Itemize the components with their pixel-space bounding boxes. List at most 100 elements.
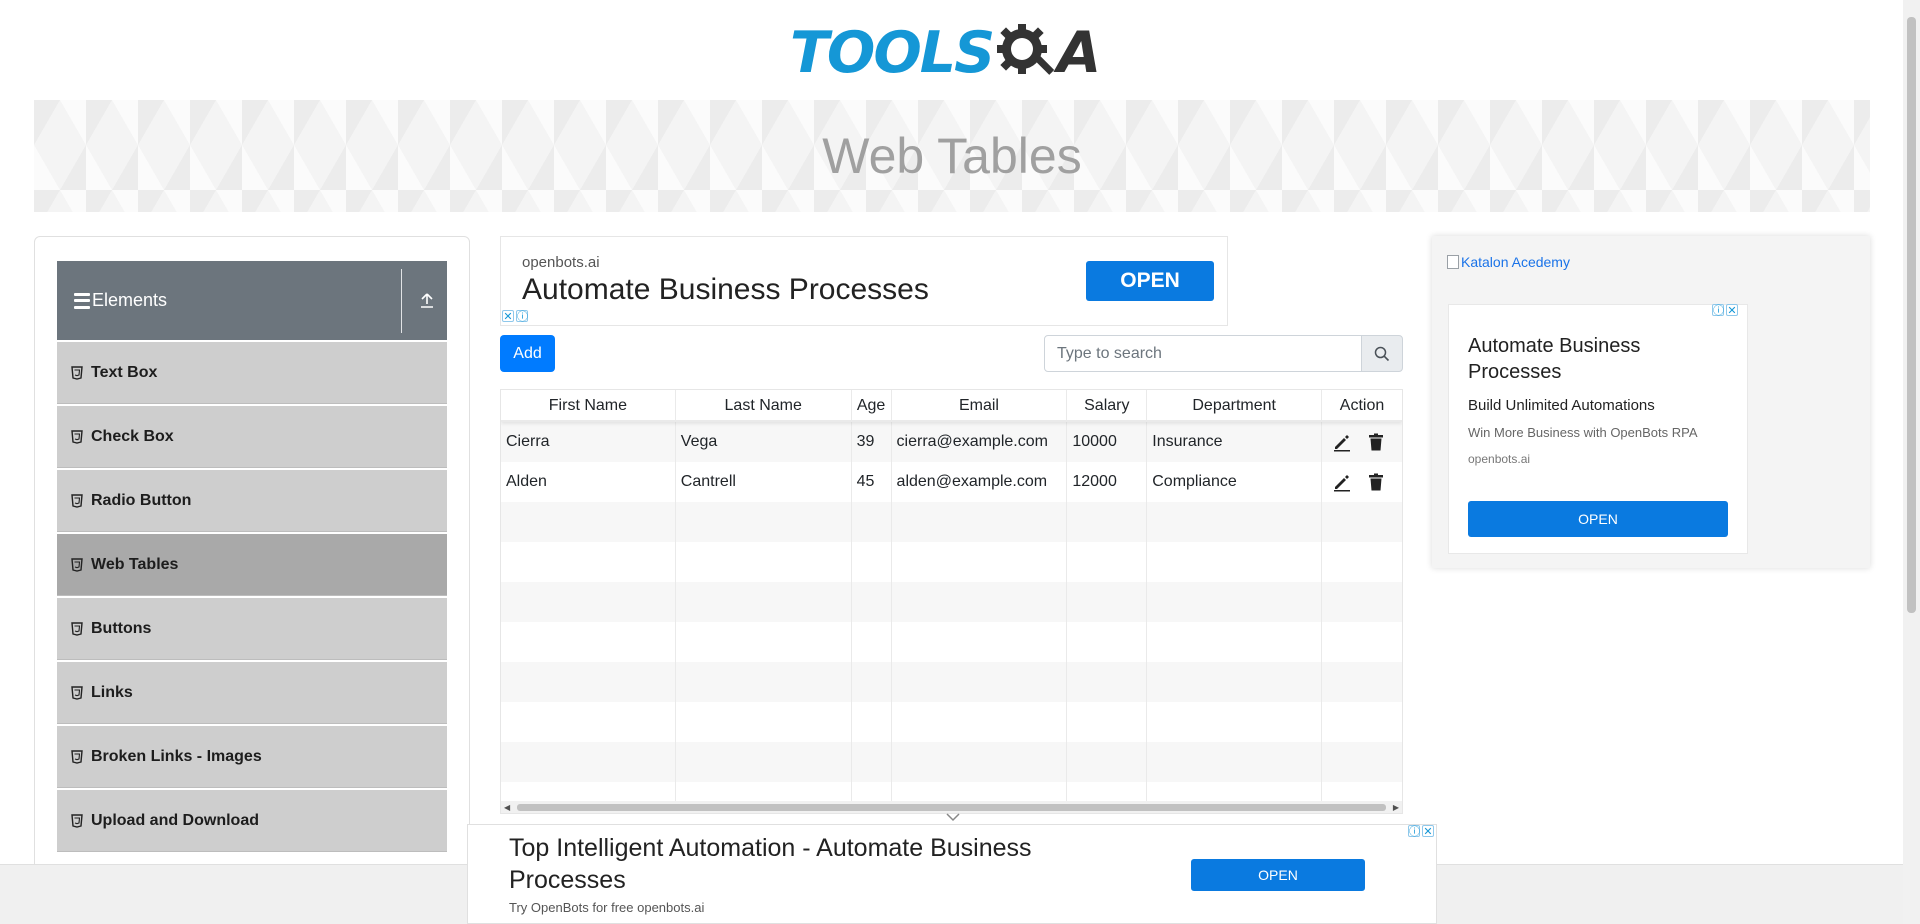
cell-salary: 12000 <box>1067 462 1148 502</box>
empty-table-row <box>501 582 1402 622</box>
ad-open-button[interactable]: OPEN <box>1191 859 1365 891</box>
cell-age: 39 <box>852 422 892 462</box>
cell-email: cierra@example.com <box>892 422 1068 462</box>
cell-age: 45 <box>852 462 892 502</box>
html-icon <box>71 557 83 572</box>
empty-table-row <box>501 622 1402 662</box>
column-header-last-name[interactable]: Last Name <box>676 390 852 420</box>
sidebar-item-label: Buttons <box>91 619 152 637</box>
empty-table-row <box>501 742 1402 782</box>
adchoices[interactable]: ⓘ ✕ <box>1408 825 1434 838</box>
bottom-advertisement[interactable]: Top Intelligent Automation - Automate Bu… <box>467 824 1437 924</box>
add-button[interactable]: Add <box>500 335 555 372</box>
cell-department: Insurance <box>1147 422 1323 462</box>
column-header-first-name[interactable]: First Name <box>501 390 676 420</box>
column-header-salary[interactable]: Salary <box>1067 390 1148 420</box>
sidebar-item-buttons[interactable]: Buttons <box>57 598 447 660</box>
search-icon <box>1374 346 1390 361</box>
cell-email: alden@example.com <box>892 462 1068 502</box>
table-header: First Name Last Name Age Email Salary De… <box>501 390 1402 422</box>
adchoices[interactable]: ⓘ ✕ <box>1712 304 1738 317</box>
ad-title[interactable]: Automate Business Processes <box>522 273 929 307</box>
delete-icon[interactable] <box>1366 472 1386 492</box>
header-divider <box>401 269 402 333</box>
page-scrollbar[interactable] <box>1903 0 1920 924</box>
column-header-email[interactable]: Email <box>892 390 1068 420</box>
sidebar-item-check-box[interactable]: Check Box <box>57 406 447 468</box>
cell-last-name: Cantrell <box>676 462 852 502</box>
sidebar-item-upload-download[interactable]: Upload and Download <box>57 790 447 852</box>
sidebar-item-broken-links[interactable]: Broken Links - Images <box>57 726 447 788</box>
html-icon <box>71 749 83 764</box>
scroll-right-icon[interactable]: ▶ <box>1393 803 1399 812</box>
ad-open-button[interactable]: OPEN <box>1468 501 1728 537</box>
scrollbar-thumb[interactable] <box>517 804 1386 811</box>
ad-subtitle: Build Unlimited Automations <box>1468 397 1655 414</box>
ad-open-button[interactable]: OPEN <box>1086 261 1214 301</box>
empty-table-row <box>501 702 1402 742</box>
delete-icon[interactable] <box>1366 432 1386 452</box>
sidebar-item-label: Upload and Download <box>91 811 259 829</box>
edit-icon[interactable] <box>1332 472 1352 492</box>
html-icon <box>71 429 83 444</box>
broken-image-icon <box>1447 255 1459 269</box>
ad-info-icon[interactable]: ⓘ <box>1712 304 1724 317</box>
sidebar-item-label: Links <box>91 683 133 701</box>
ad-close-icon[interactable]: ✕ <box>502 310 514 323</box>
empty-table-row <box>501 542 1402 582</box>
html-icon <box>71 621 83 636</box>
collapse-icon[interactable] <box>419 291 435 309</box>
chevron-down-icon[interactable] <box>946 812 960 822</box>
logo-text-a: A <box>1057 19 1101 86</box>
html-icon <box>71 365 83 380</box>
group-header-elements[interactable]: Elements <box>57 261 447 340</box>
group-title: Elements <box>92 290 168 310</box>
sidebar-menu: Text Box Check Box Radio Button Web Tabl… <box>57 342 447 854</box>
sidebar-item-web-tables[interactable]: Web Tables <box>57 534 447 596</box>
ad-description: Win More Business with OpenBots RPA <box>1468 425 1698 440</box>
cell-last-name: Vega <box>676 422 852 462</box>
top-advertisement[interactable]: openbots.ai Automate Business Processes … <box>500 236 1228 326</box>
html-icon <box>71 813 83 828</box>
katalon-image[interactable]: Katalon Acedemy <box>1447 254 1570 270</box>
sidebar-item-radio-button[interactable]: Radio Button <box>57 470 447 532</box>
cell-action <box>1322 422 1402 462</box>
inner-ad-card[interactable]: Automate Business Processes Build Unlimi… <box>1448 304 1748 554</box>
ad-subtitle: Try OpenBots for free openbots.ai <box>509 900 705 915</box>
adchoices[interactable]: ✕ ⓘ <box>502 310 528 323</box>
cell-department: Compliance <box>1147 462 1323 502</box>
ad-close-icon[interactable]: ✕ <box>1422 825 1434 838</box>
empty-table-row <box>501 662 1402 702</box>
empty-table-row <box>501 502 1402 542</box>
sidebar-item-text-box[interactable]: Text Box <box>57 342 447 404</box>
menu-icon <box>74 292 90 309</box>
html-icon <box>71 493 83 508</box>
ad-close-icon[interactable]: ✕ <box>1726 304 1738 317</box>
ad-info-icon[interactable]: ⓘ <box>1408 825 1420 838</box>
search-button[interactable] <box>1361 335 1403 372</box>
search-input[interactable] <box>1044 335 1362 372</box>
scroll-left-icon[interactable]: ◀ <box>504 803 510 812</box>
html-icon <box>71 685 83 700</box>
ad-title[interactable]: Automate Business Processes <box>1468 333 1728 385</box>
sidebar-item-label: Text Box <box>91 363 158 381</box>
logo-text-tools: TOOLS <box>790 19 995 86</box>
scrollbar-thumb[interactable] <box>1907 17 1916 613</box>
ad-title[interactable]: Top Intelligent Automation - Automate Bu… <box>509 832 1109 896</box>
page-title: Web Tables <box>822 128 1082 184</box>
sidebar-item-links[interactable]: Links <box>57 662 447 724</box>
ad-info-icon[interactable]: ⓘ <box>516 310 528 323</box>
left-panel: Elements Text Box Check Box Radio Button… <box>34 236 470 924</box>
cell-first-name: Alden <box>501 462 676 502</box>
edit-icon[interactable] <box>1332 432 1352 452</box>
table-row: Cierra Vega 39 cierra@example.com 10000 … <box>501 422 1402 462</box>
right-advertisement: Katalon Acedemy Automate Business Proces… <box>1432 236 1870 568</box>
cell-first-name: Cierra <box>501 422 676 462</box>
page-banner: Web Tables <box>34 100 1870 212</box>
column-header-age[interactable]: Age <box>852 390 892 420</box>
web-table: First Name Last Name Age Email Salary De… <box>500 389 1403 814</box>
gear-magnifier-icon <box>997 24 1055 75</box>
ad-domain: openbots.ai <box>1468 452 1531 466</box>
column-header-department[interactable]: Department <box>1147 390 1323 420</box>
toolsqa-logo[interactable]: TOOLS A <box>790 14 1115 92</box>
